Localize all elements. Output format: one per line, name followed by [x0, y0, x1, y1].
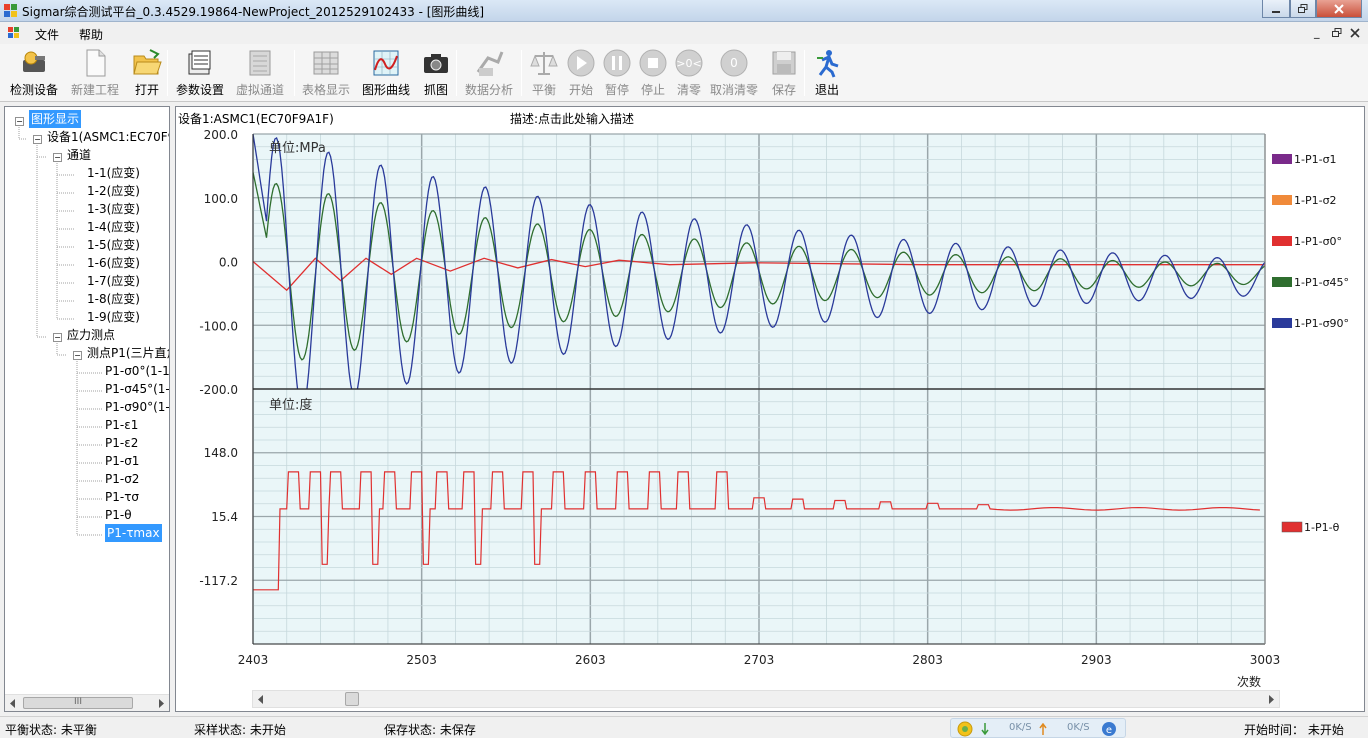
network-monitor: 0K/S 0K/S e	[950, 718, 1126, 738]
x-tick-label: 2603	[575, 653, 606, 667]
x-tick-label: 2703	[744, 653, 775, 667]
legend-label: 1-P1-σ0°	[1294, 235, 1342, 248]
lower-y-tick-label: 15.4	[211, 510, 238, 524]
chart-scroll-thumb[interactable]	[345, 692, 359, 706]
upper-y-tick-label: 200.0	[204, 128, 238, 142]
scroll-right-icon[interactable]	[1267, 695, 1275, 704]
legend-swatch	[1281, 521, 1303, 533]
legend-swatch	[1272, 318, 1292, 328]
upper-ylabel: 单位:MPa	[269, 141, 326, 156]
upper-y-tick-label: 0.0	[219, 256, 238, 270]
lower-y-tick-label: 148.0	[204, 446, 238, 460]
legend-label: 1-P1-θ	[1304, 521, 1340, 534]
legend-swatch	[1272, 277, 1292, 287]
chart-svg: 200.0 100.0 0.0 -100.0 -200.0 148.0 15.4 -117.2…	[199, 128, 1349, 689]
upper-y-tick-label: -200.0	[199, 383, 238, 397]
x-tick-label: 3003	[1250, 653, 1281, 667]
start-time-status: 开始时间： 未开始	[1244, 723, 1344, 737]
upper-y-tick-label: -100.0	[199, 319, 238, 333]
upload-speed: 0K/S	[1067, 722, 1090, 733]
legend-label: 1-P1-σ1	[1294, 153, 1337, 166]
save-status: 保存状态: 未保存	[384, 723, 476, 737]
network-globe-icon	[957, 721, 973, 737]
chart-horizontal-scrollbar[interactable]	[252, 690, 1280, 708]
legend-label: 1-P1-σ45°	[1294, 276, 1349, 289]
legend-swatch	[1272, 154, 1292, 164]
svg-text:e: e	[1106, 725, 1112, 736]
upload-arrow-icon	[1039, 723, 1047, 735]
status-bar: 平衡状态: 未平衡 采样状态: 未开始 保存状态: 未保存 0K/S 0K/S …	[0, 716, 1368, 738]
ie-icon: e	[1102, 722, 1116, 736]
upper-y-tick-label: 100.0	[204, 192, 238, 206]
x-tick-label: 2903	[1081, 653, 1112, 667]
legend-swatch	[1272, 195, 1292, 205]
scroll-left-icon[interactable]	[257, 695, 265, 704]
lower-ylabel: 单位:度	[269, 397, 312, 413]
legend-swatch	[1272, 236, 1292, 246]
legend-label: 1-P1-σ2	[1294, 194, 1337, 207]
sampling-status: 采样状态: 未开始	[194, 723, 286, 737]
lower-y-tick-label: -117.2	[199, 574, 238, 588]
balance-status: 平衡状态: 未平衡	[5, 723, 97, 737]
download-arrow-icon	[981, 723, 989, 735]
chart-legend: 1-P1-σ1 1-P1-σ2 1-P1-σ0° 1-P1-σ45° 1-P1-σ90°…	[1272, 153, 1349, 534]
xlabel: 次数	[1237, 674, 1261, 689]
legend-label: 1-P1-σ90°	[1294, 317, 1349, 330]
x-tick-label: 2403	[238, 653, 269, 667]
x-tick-label: 2803	[912, 653, 943, 667]
download-speed: 0K/S	[1009, 722, 1032, 733]
x-tick-label: 2503	[406, 653, 437, 667]
